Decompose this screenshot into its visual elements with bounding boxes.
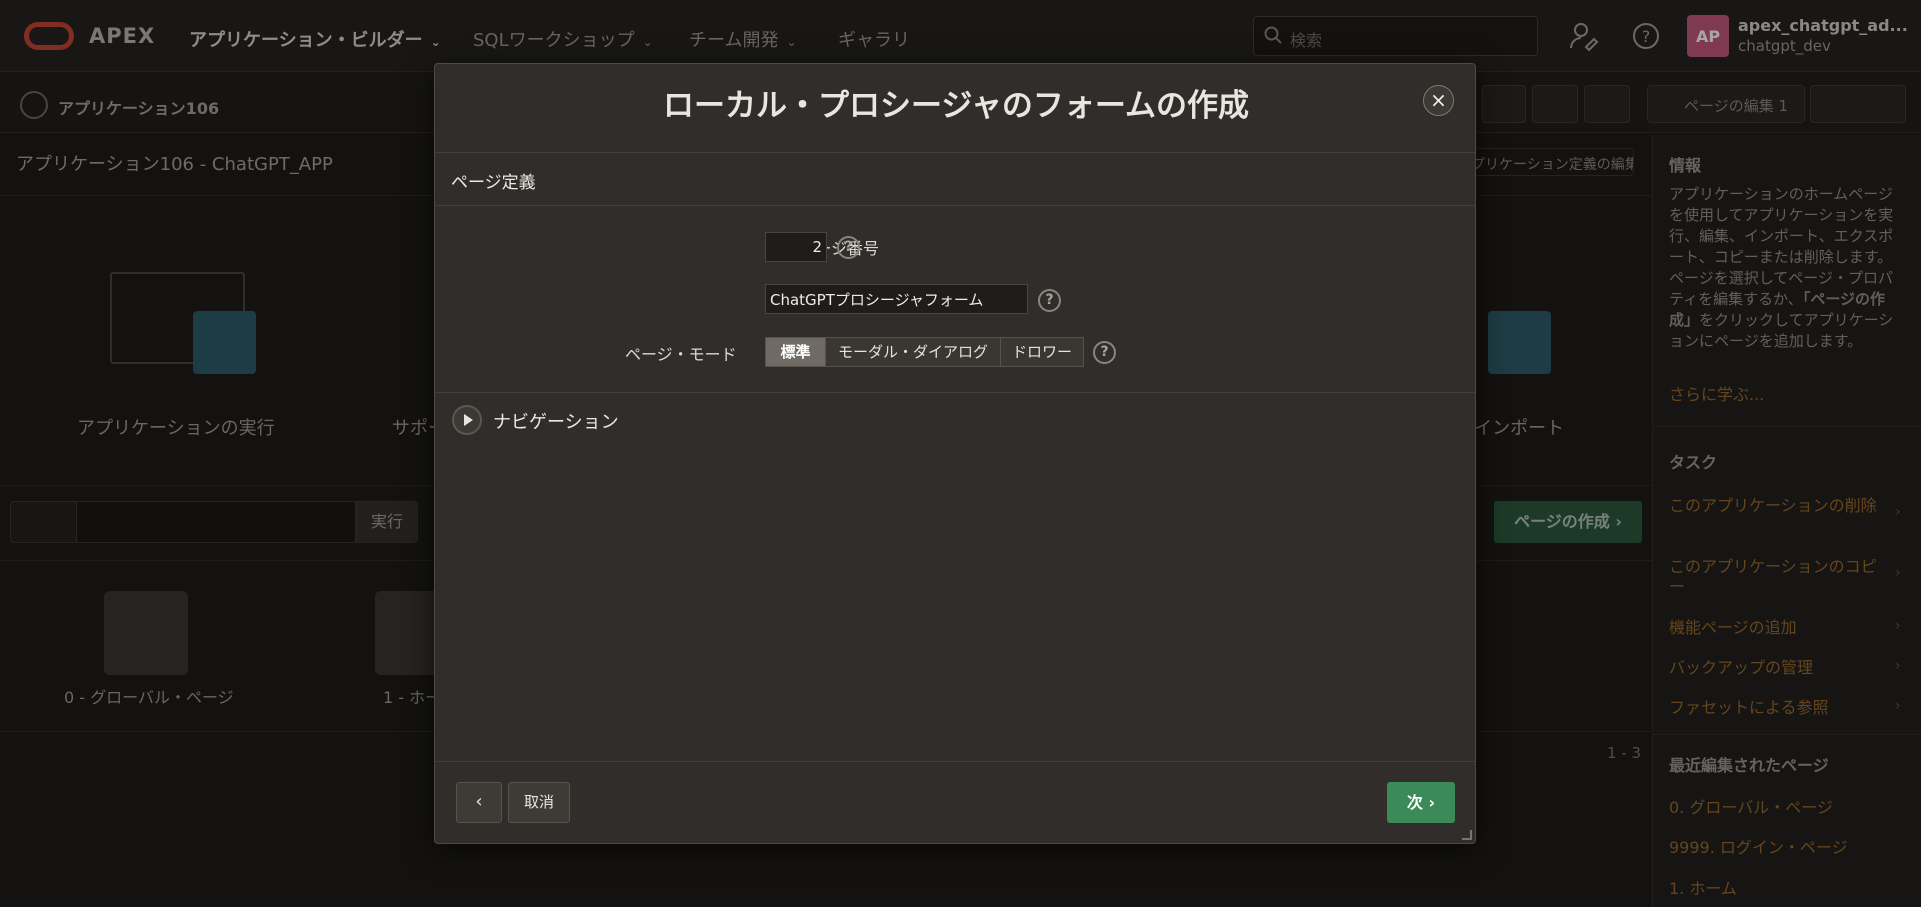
help-icon[interactable]: ? (837, 236, 860, 259)
dialog-title: ローカル・プロシージャのフォームの作成 (663, 88, 1249, 124)
section-title: ページ定義 (451, 173, 536, 193)
page-mode-modal-dialog[interactable]: モーダル・ダイアログ (825, 337, 1001, 367)
divider (435, 392, 1475, 393)
page-mode-label: ページ・モード (625, 345, 737, 364)
navigation-region-label[interactable]: ナビゲーション (493, 408, 619, 434)
page-mode-standard[interactable]: 標準 (765, 337, 826, 367)
page-mode-drawer[interactable]: ドロワー (1000, 337, 1084, 367)
divider (435, 205, 1475, 206)
divider (435, 152, 1475, 153)
help-icon[interactable]: ? (1093, 341, 1116, 364)
expand-navigation-toggle[interactable] (452, 405, 482, 435)
create-form-dialog: ローカル・プロシージャのフォームの作成 × ページ定義 *ページ番号 ? *名前… (434, 63, 1476, 844)
help-icon[interactable]: ? (1038, 289, 1061, 312)
name-input[interactable] (765, 284, 1028, 314)
close-icon[interactable]: × (1423, 85, 1454, 116)
next-button[interactable]: 次 › (1387, 782, 1455, 823)
page-number-input[interactable] (765, 232, 827, 262)
cancel-button[interactable]: 取消 (508, 782, 570, 823)
resize-handle[interactable] (1462, 830, 1472, 840)
divider (435, 761, 1475, 762)
back-button[interactable]: ‹ (456, 782, 502, 823)
